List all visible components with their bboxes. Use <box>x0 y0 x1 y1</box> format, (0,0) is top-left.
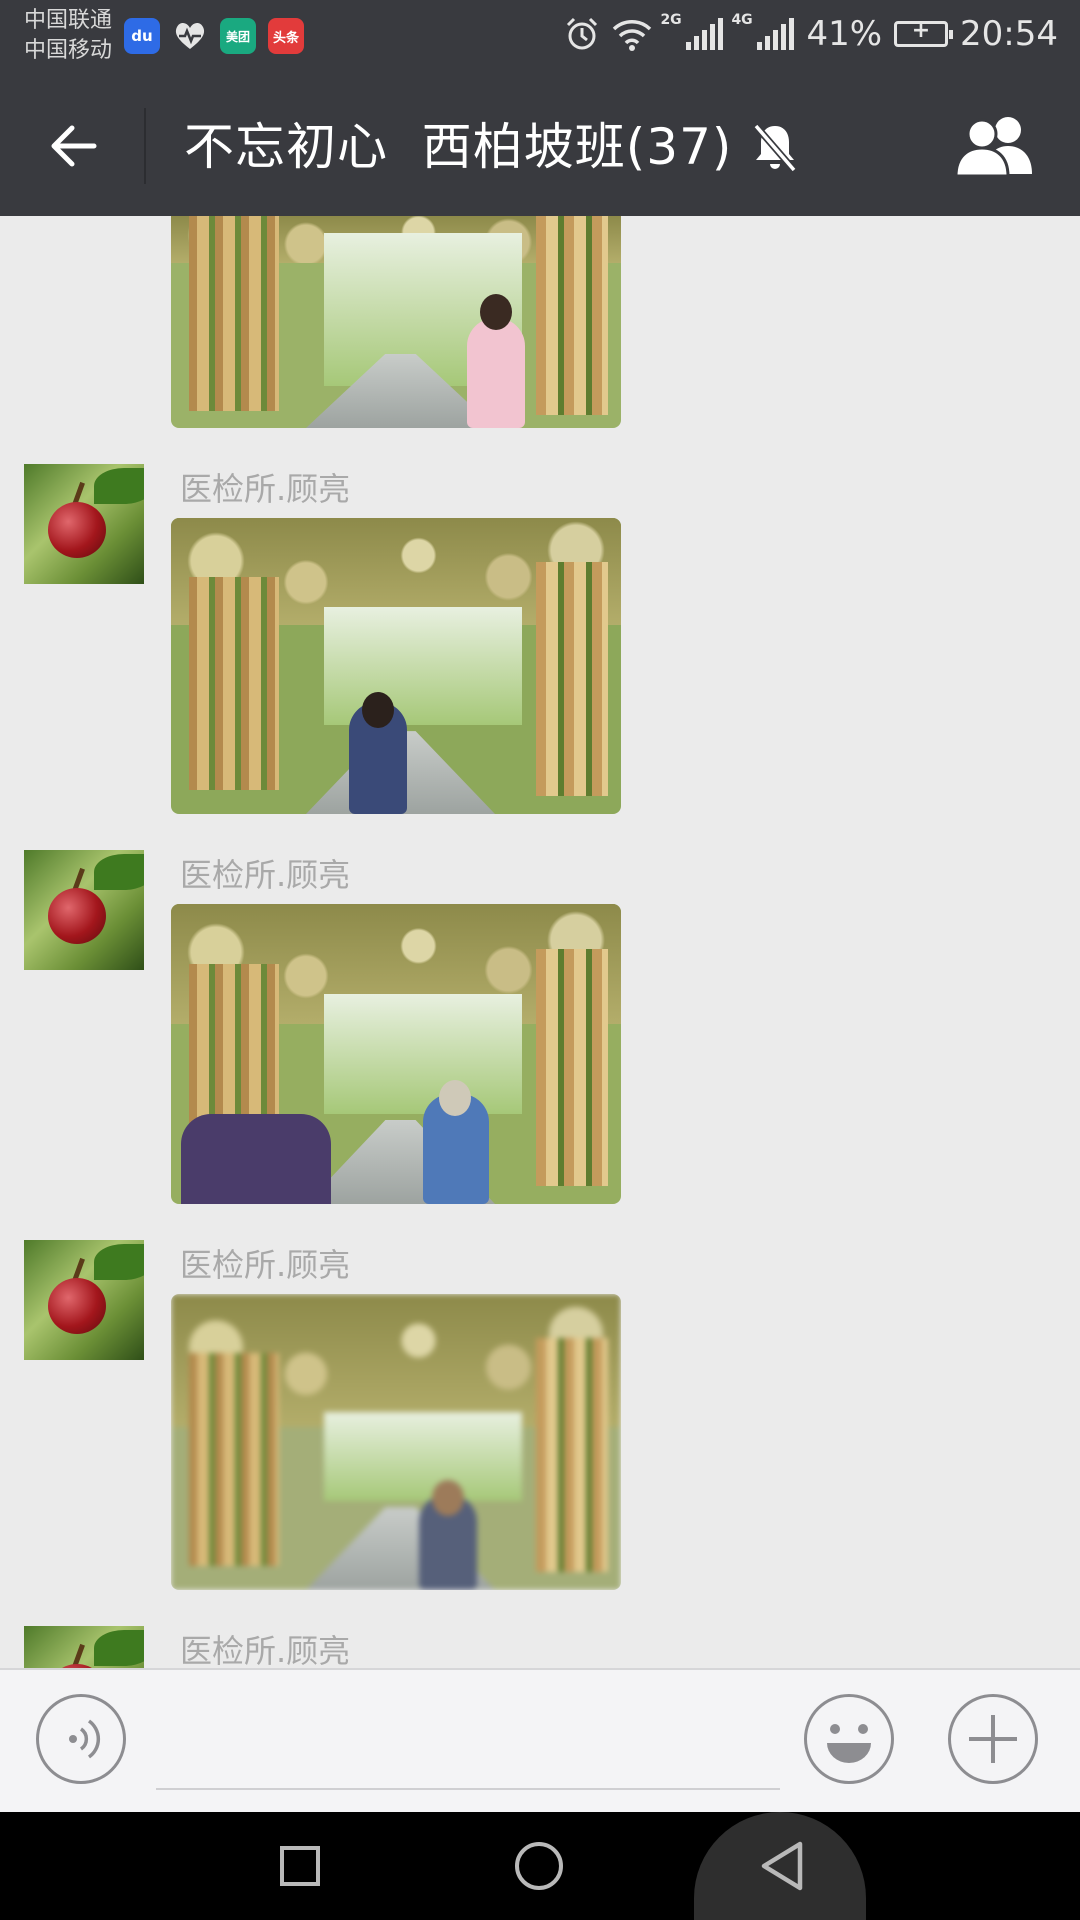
battery-percent: 41% <box>806 14 883 54</box>
avatar[interactable] <box>24 1240 144 1360</box>
message-input[interactable] <box>156 1788 780 1790</box>
signal-icon-1: 2G <box>660 12 724 50</box>
group-members-icon[interactable] <box>952 114 1038 178</box>
header-divider <box>144 108 146 184</box>
health-heart-icon <box>172 18 208 54</box>
message-list[interactable]: 医检所.顾亮 医检所.顾亮 医检所.顾亮 医检所.顾亮 <box>0 216 1080 1668</box>
nav-back-icon <box>761 1841 803 1891</box>
system-status: 2G 4G 41% + 20:54 <box>564 12 1058 54</box>
signal-icon-2: 4G <box>731 12 795 50</box>
sender-name: 医检所.顾亮 <box>180 470 351 508</box>
carrier-1: 中国联通 <box>24 8 113 33</box>
sender-name: 医检所.顾亮 <box>180 1246 351 1284</box>
notification-icons: du 美团 头条 <box>124 18 304 54</box>
back-arrow-icon[interactable] <box>44 116 104 176</box>
chat-title: 不忘初心 西柏坡班(37) <box>184 118 733 176</box>
input-bar <box>0 1668 1080 1814</box>
carrier-names: 中国联通 中国移动 <box>24 6 112 66</box>
emoji-button[interactable] <box>804 1694 894 1784</box>
home-button[interactable] <box>515 1842 563 1890</box>
avatar[interactable] <box>24 1626 144 1668</box>
nav-back-button[interactable] <box>694 1812 866 1920</box>
sender-name: 医检所.顾亮 <box>180 1632 351 1668</box>
voice-button[interactable] <box>36 1694 126 1784</box>
system-nav-bar <box>0 1812 1080 1920</box>
recent-apps-button[interactable] <box>280 1846 320 1886</box>
battery-icon: + <box>894 18 954 47</box>
message-image[interactable] <box>171 216 621 428</box>
meituan-icon: 美团 <box>220 18 256 54</box>
message-image[interactable] <box>171 1294 621 1590</box>
voice-icon <box>69 1719 101 1759</box>
status-bar: 中国联通 中国移动 du 美团 头条 2G 4G 41% + 20:54 <box>0 0 1080 78</box>
mute-bell-icon <box>753 123 797 173</box>
more-button[interactable] <box>948 1694 1038 1784</box>
carrier-2: 中国移动 <box>24 38 113 63</box>
plus-icon <box>969 1715 1017 1763</box>
alarm-icon <box>567 17 598 50</box>
chat-header: 不忘初心 西柏坡班(37) <box>0 78 1080 216</box>
message-image[interactable] <box>171 904 621 1204</box>
sender-name: 医检所.顾亮 <box>180 856 351 894</box>
emoji-icon <box>827 1724 871 1763</box>
avatar[interactable] <box>24 850 144 970</box>
avatar[interactable] <box>24 464 144 584</box>
toutiao-icon: 头条 <box>268 18 304 54</box>
clock: 20:54 <box>960 14 1058 54</box>
wifi-icon <box>613 20 652 51</box>
message-image[interactable] <box>171 518 621 814</box>
baidu-icon: du <box>124 18 160 54</box>
